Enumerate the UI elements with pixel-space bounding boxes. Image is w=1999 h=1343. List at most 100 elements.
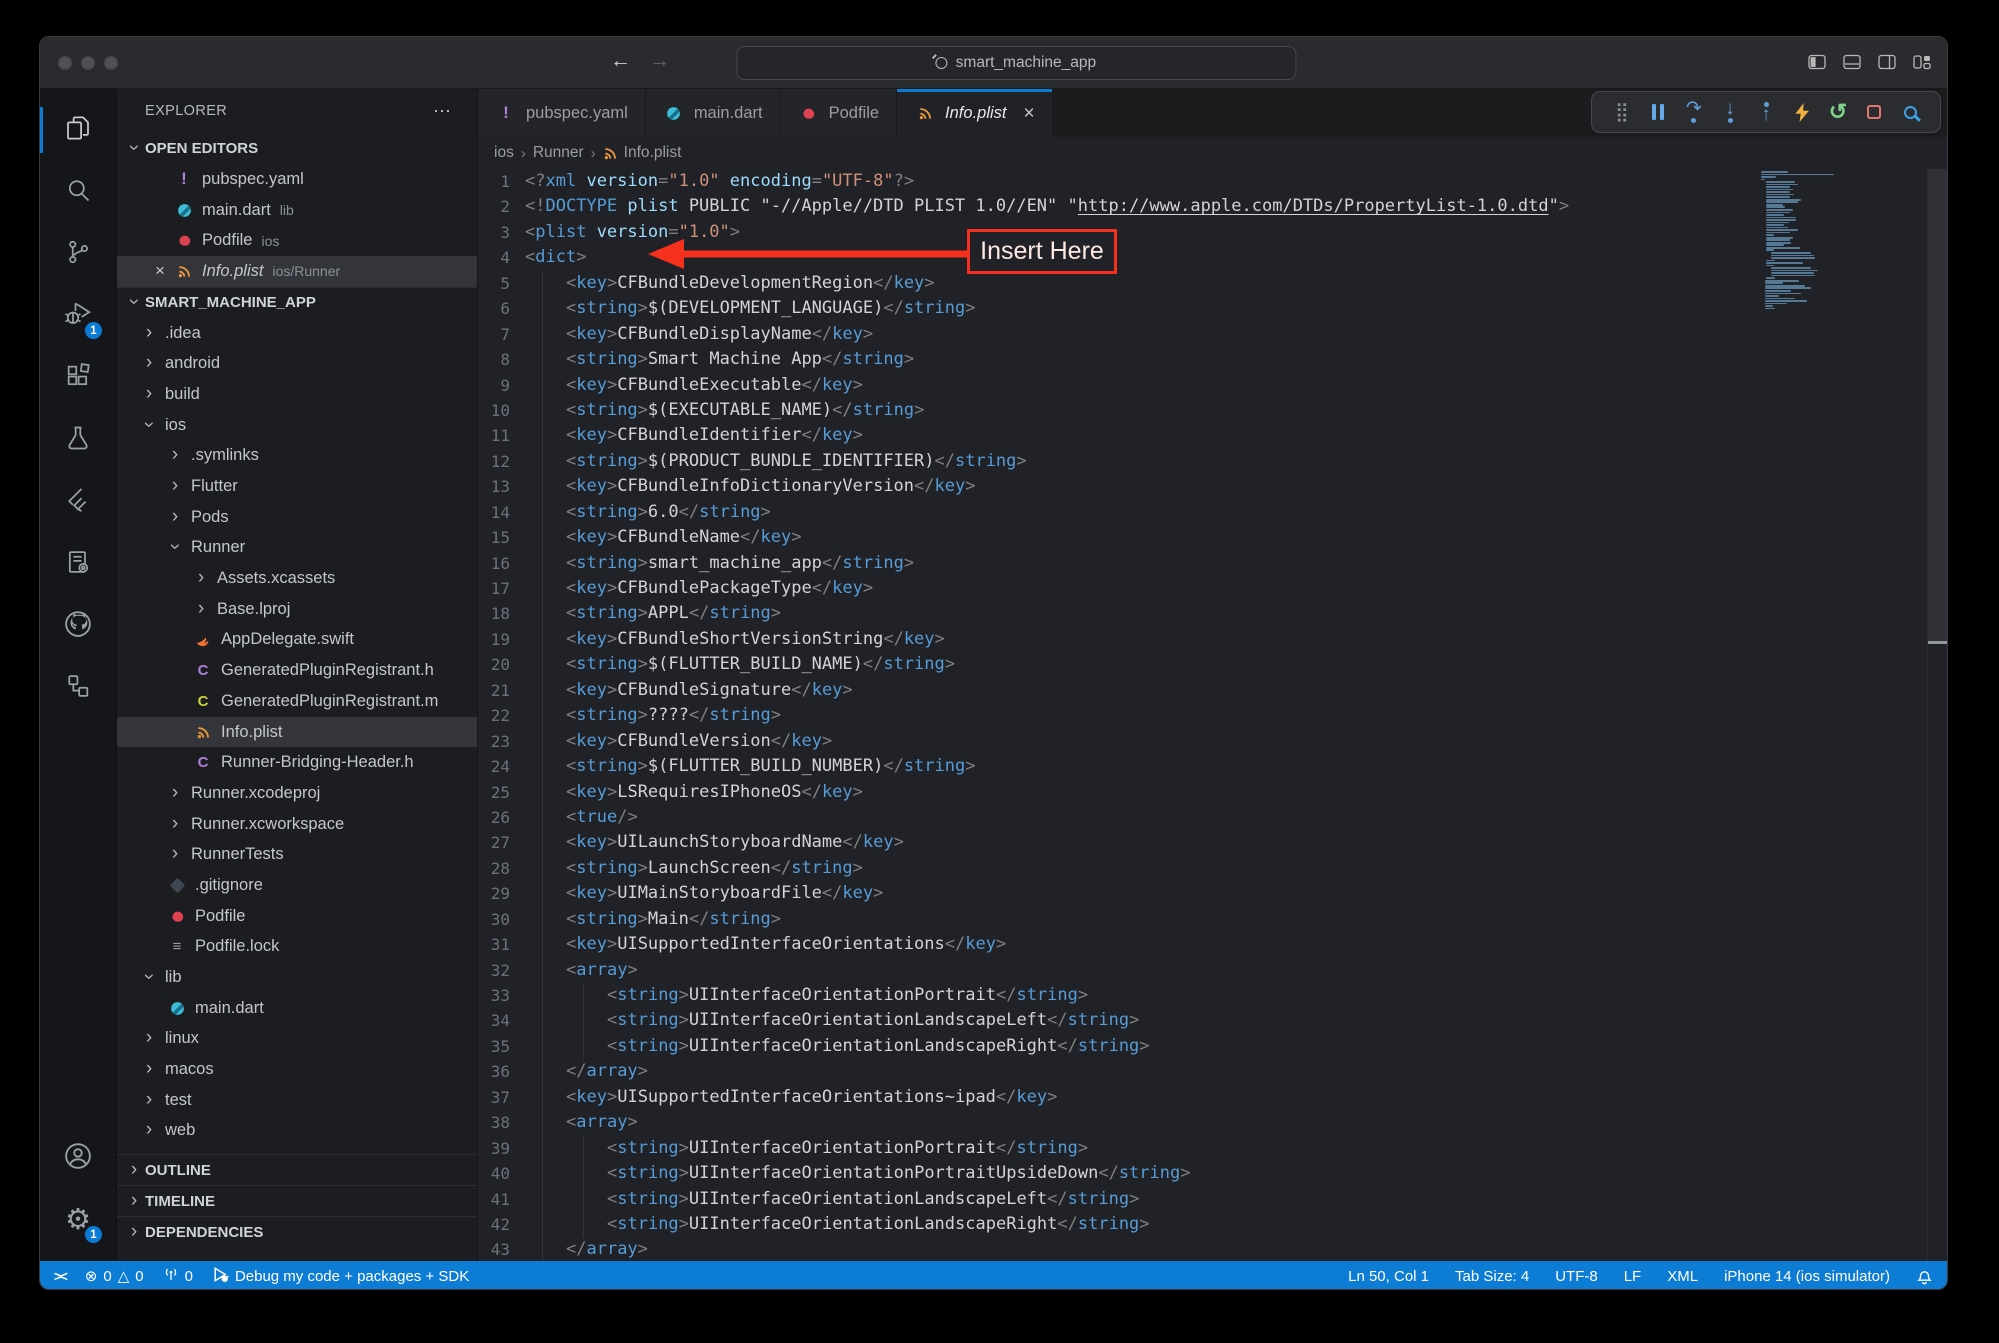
section-dependencies[interactable]: ›DEPENDENCIES <box>117 1216 477 1247</box>
breadcrumb[interactable]: ios›Runner›Info.plist <box>478 137 1947 169</box>
window-controls[interactable] <box>58 56 118 70</box>
activity-flutter[interactable] <box>40 471 116 533</box>
activity-project-manager[interactable] <box>40 533 116 595</box>
more-actions-icon[interactable]: ⋯ <box>433 101 453 122</box>
encoding[interactable]: UTF-8 <box>1555 1268 1598 1285</box>
hot-reload-button[interactable] <box>1784 93 1820 131</box>
language-mode[interactable]: XML <box>1667 1268 1698 1285</box>
toggle-panel-icon[interactable] <box>1843 54 1861 70</box>
activity-explorer[interactable] <box>40 99 116 161</box>
activity-run-debug[interactable]: 1 <box>40 285 116 347</box>
debug-badge: 1 <box>85 322 102 339</box>
tree-item-ios[interactable]: ›ios <box>117 410 477 441</box>
tree-item-Runner-Bridging-Header.h[interactable]: CRunner-Bridging-Header.h <box>117 747 477 778</box>
tree-item-Assets.xcassets[interactable]: ›Assets.xcassets <box>117 563 477 594</box>
close-icon[interactable]: × <box>1024 104 1035 123</box>
breadcrumb-item[interactable]: Runner <box>533 144 584 162</box>
account-button[interactable] <box>40 1127 116 1189</box>
tab-Podfile[interactable]: Podfile <box>781 89 897 137</box>
scrollbar[interactable] <box>1927 169 1947 1261</box>
command-center-search[interactable]: smart_machine_app <box>736 46 1296 80</box>
section-outline[interactable]: ›OUTLINE <box>117 1154 477 1185</box>
tree-item-main.dart[interactable]: main.dart <box>117 993 477 1024</box>
stop-button[interactable] <box>1856 93 1892 131</box>
tab-Info.plist[interactable]: Info.plist× <box>897 89 1053 137</box>
settings-button[interactable]: ⚙ 1 <box>40 1189 116 1251</box>
tree-item-lib[interactable]: ›lib <box>117 962 477 993</box>
tree-item-Runner.xcodeproj[interactable]: ›Runner.xcodeproj <box>117 778 477 809</box>
pause-button[interactable] <box>1640 93 1676 131</box>
tree-item-test[interactable]: ›test <box>117 1085 477 1116</box>
minimize-window-icon[interactable] <box>81 56 95 70</box>
maximize-window-icon[interactable] <box>104 56 118 70</box>
breadcrumb-item[interactable]: Info.plist <box>603 144 682 162</box>
forward-icon[interactable]: → <box>649 49 670 73</box>
tree-item-Podfile.lock[interactable]: ≡Podfile.lock <box>117 932 477 963</box>
indentation[interactable]: Tab Size: 4 <box>1455 1268 1529 1285</box>
activity-testing[interactable] <box>40 409 116 471</box>
tree-item-macos[interactable]: ›macos <box>117 1054 477 1085</box>
back-icon[interactable]: ← <box>610 49 631 73</box>
step-out-button[interactable]: ↑ <box>1748 93 1784 131</box>
line-number: 41 <box>478 1187 525 1212</box>
tree-item-Runner[interactable]: ›Runner <box>117 533 477 564</box>
tree-item-Podfile[interactable]: Podfile <box>117 901 477 932</box>
tree-item-linux[interactable]: ›linux <box>117 1024 477 1055</box>
open-editor-Podfile[interactable]: Podfileios <box>117 225 477 256</box>
close-window-icon[interactable] <box>58 56 72 70</box>
insert-here-annotation: Insert Here <box>967 229 1117 274</box>
tree-item-.gitignore[interactable]: .gitignore <box>117 870 477 901</box>
open-editor-main.dart[interactable]: main.dartlib <box>117 195 477 226</box>
activity-references[interactable] <box>40 657 116 719</box>
section-timeline[interactable]: ›TIMELINE <box>117 1185 477 1216</box>
activity-search[interactable] <box>40 161 116 223</box>
problems-status[interactable]: ⊗ 0 △ 0 <box>85 1267 144 1285</box>
cursor-position[interactable]: Ln 50, Col 1 <box>1348 1268 1429 1285</box>
tab-pubspec.yaml[interactable]: !pubspec.yaml <box>478 89 646 137</box>
drag-handle-icon[interactable]: ⣿ <box>1604 93 1640 131</box>
open-editor-Info.plist[interactable]: ×Info.plistios/Runner <box>117 256 477 287</box>
debug-config[interactable]: Debug my code + packages + SDK <box>212 1266 469 1287</box>
activity-source-control[interactable] <box>40 223 116 285</box>
device-selector[interactable]: iPhone 14 (ios simulator) <box>1724 1268 1890 1285</box>
line-number: 28 <box>478 856 525 881</box>
step-into-button[interactable]: ↓ <box>1712 93 1748 131</box>
tree-item-Pods[interactable]: ›Pods <box>117 502 477 533</box>
toggle-secondary-sidebar-icon[interactable] <box>1878 54 1896 70</box>
activity-extensions[interactable] <box>40 347 116 409</box>
tree-item-android[interactable]: ›android <box>117 348 477 379</box>
open-editor-pubspec.yaml[interactable]: !pubspec.yaml <box>117 164 477 195</box>
open-editors-header[interactable]: › OPEN EDITORS <box>117 133 477 164</box>
ports-status[interactable]: 0 <box>163 1266 193 1286</box>
close-icon[interactable]: × <box>147 261 173 281</box>
tree-item-web[interactable]: ›web <box>117 1116 477 1147</box>
eol-sequence[interactable]: LF <box>1624 1268 1642 1285</box>
chevron-right-icon: › <box>140 1090 158 1109</box>
tree-item-Flutter[interactable]: ›Flutter <box>117 471 477 502</box>
restart-button[interactable]: ↺ <box>1820 93 1856 131</box>
activity-github[interactable] <box>40 595 116 657</box>
tree-item-RunnerTests[interactable]: ›RunnerTests <box>117 839 477 870</box>
tree-item-GeneratedPluginRegistrant.m[interactable]: CGeneratedPluginRegistrant.m <box>117 686 477 717</box>
project-header[interactable]: › SMART_MACHINE_APP <box>117 287 477 318</box>
tree-item-Runner.xcworkspace[interactable]: ›Runner.xcworkspace <box>117 809 477 840</box>
devtools-button[interactable] <box>1892 93 1928 131</box>
tree-item-Base.lproj[interactable]: ›Base.lproj <box>117 594 477 625</box>
remote-indicator[interactable]: >< <box>54 1269 66 1284</box>
tree-item-GeneratedPluginRegistrant.h[interactable]: CGeneratedPluginRegistrant.h <box>117 655 477 686</box>
notifications-bell[interactable] <box>1916 1268 1933 1285</box>
tree-item-AppDelegate.swift[interactable]: AppDelegate.swift <box>117 625 477 656</box>
code-editor[interactable]: 1<?xml version="1.0" encoding="UTF-8"?>2… <box>478 169 1947 1261</box>
breadcrumb-item[interactable]: ios <box>494 144 514 162</box>
toggle-sidebar-icon[interactable] <box>1808 54 1826 70</box>
tree-item-.symlinks[interactable]: ›.symlinks <box>117 441 477 472</box>
step-over-button[interactable]: ↷ <box>1676 93 1712 131</box>
tree-item-.idea[interactable]: ›.idea <box>117 318 477 349</box>
tree-item-build[interactable]: ›build <box>117 379 477 410</box>
tree-item-Info.plist[interactable]: Info.plist <box>117 717 477 748</box>
podfile-icon <box>801 106 816 121</box>
minimap[interactable] <box>1761 171 1909 310</box>
customize-layout-icon[interactable] <box>1913 54 1931 70</box>
scrollbar-thumb[interactable] <box>1928 169 1947 643</box>
tab-main.dart[interactable]: main.dart <box>646 89 781 137</box>
